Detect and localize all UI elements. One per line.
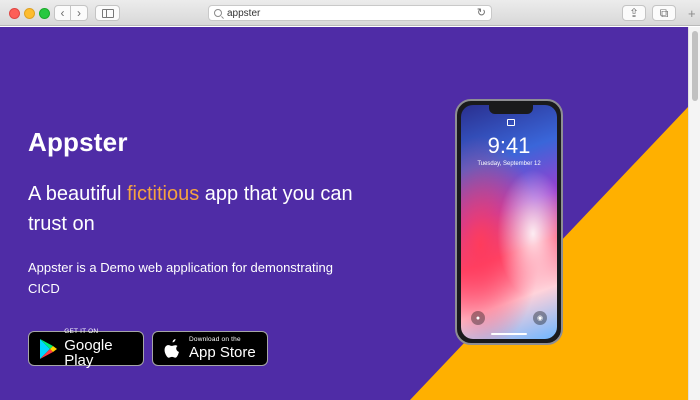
apple-badge-large-text: App Store [189,344,256,362]
minimize-window-button[interactable] [24,8,35,19]
address-bar[interactable]: appster ↻ [208,5,492,21]
brand-title: Appster [28,127,128,157]
back-button[interactable]: ‹ [54,5,71,21]
page-content: Appster A beautiful fictitious app that … [0,27,688,400]
share-button[interactable]: ⇪ [622,5,646,21]
new-tab-button[interactable]: + [688,6,696,21]
app-store-badge[interactable]: Download on the App Store [152,331,268,366]
chevron-left-icon: ‹ [60,6,65,20]
phone-date: Tuesday, September 12 [477,161,541,167]
phone-time: 9:41 [487,133,531,158]
hero-headline: A beautiful fictitious app that you can … [28,179,368,239]
headline-accent: fictitious [126,183,200,205]
lock-icon [507,119,515,126]
reload-icon[interactable]: ↻ [477,6,486,19]
search-icon [214,9,222,17]
apple-badge-small-text: Download on the [189,335,241,343]
sidebar-button[interactable] [95,5,120,21]
google-badge-large-text: Google Play [64,336,113,369]
page-scrollbar[interactable] [688,27,700,400]
show-tabs-button[interactable]: ⧉ [652,5,676,21]
google-badge-small-text: GET IT ON [64,328,99,336]
share-icon: ⇪ [628,6,640,20]
sidebar-icon [101,8,114,18]
hero-description: Appster is a Demo web application for de… [28,260,333,296]
browser-toolbar: ‹ › appster ↻ ⇪ ⧉ + [0,0,700,26]
chevron-right-icon: › [77,6,81,20]
google-play-icon [37,338,58,360]
flashlight-icon: ● [471,311,485,325]
tabs-icon: ⧉ [659,5,669,20]
headline-text-start: A beautiful [28,183,127,205]
apple-icon [161,338,183,360]
camera-icon: ◉ [533,311,547,325]
address-text: appster [227,8,261,19]
close-window-button[interactable] [9,8,20,19]
google-play-badge[interactable]: GET IT ON Google Play [28,328,144,369]
forward-button[interactable]: › [71,5,88,21]
phone-mockup: 9:41 Tuesday, September 12 ● ◉ [455,99,563,345]
zoom-window-button[interactable] [39,8,50,19]
scrollbar-thumb[interactable] [692,31,698,101]
phone-screen: 9:41 Tuesday, September 12 ● ◉ [461,105,557,339]
phone-notch [489,105,533,114]
home-indicator [491,333,527,335]
